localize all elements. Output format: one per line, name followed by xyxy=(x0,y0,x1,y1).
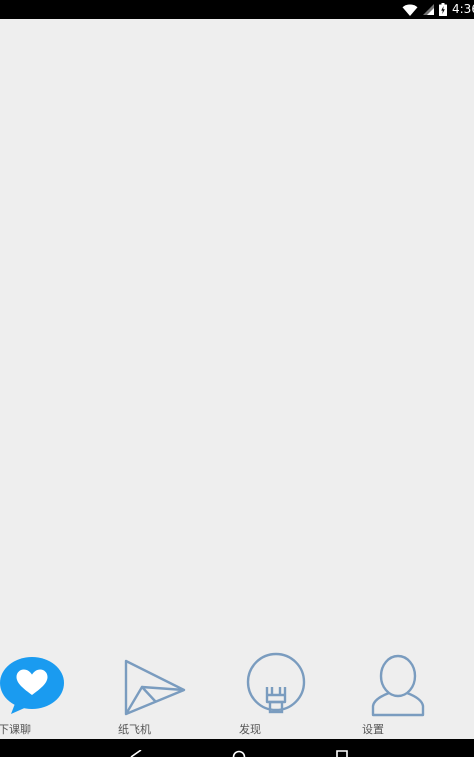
tab-settings[interactable]: 设置 xyxy=(356,649,474,739)
tab-label-paper-plane: 纸飞机 xyxy=(118,723,151,736)
wifi-icon xyxy=(402,4,418,16)
android-nav-bar xyxy=(0,739,474,757)
battery-charging-icon xyxy=(439,3,447,16)
tab-discover[interactable]: 发现 xyxy=(237,649,356,739)
tab-label-discover: 发现 xyxy=(239,723,261,736)
status-time: 4:36 xyxy=(452,2,474,16)
cell-signal-icon xyxy=(423,4,434,15)
status-icons: 4:36 xyxy=(402,0,474,19)
app-screen: 4:36 下课聊 纸飞机 xyxy=(0,0,474,757)
status-bar: 4:36 xyxy=(0,0,474,19)
tab-label-chat: 下课聊 xyxy=(0,723,31,736)
tab-paper-plane[interactable]: 纸飞机 xyxy=(118,649,237,739)
bottom-tab-bar: 下课聊 纸飞机 发现 设置 xyxy=(0,649,474,739)
main-content-area xyxy=(0,19,474,649)
tab-label-settings: 设置 xyxy=(362,723,384,736)
tab-chat[interactable]: 下课聊 xyxy=(0,649,118,739)
